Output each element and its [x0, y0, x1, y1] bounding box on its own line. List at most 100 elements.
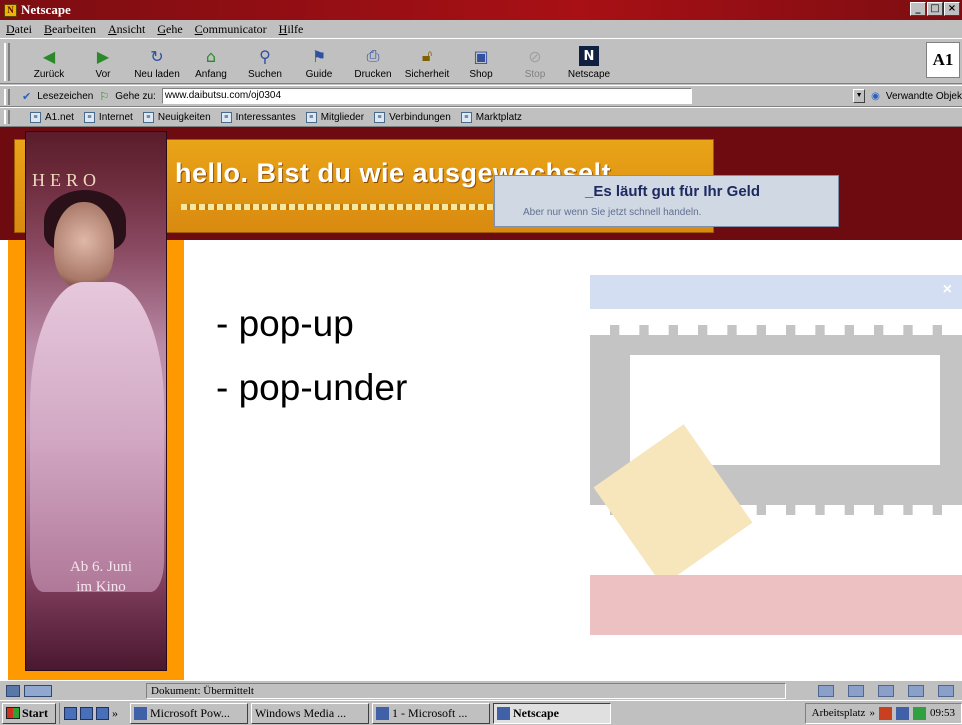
poster-date-line-2: im Kino: [76, 579, 126, 595]
link-label: Verbindungen: [389, 111, 451, 123]
status-icons: [0, 683, 140, 699]
page-icon: ≡: [220, 111, 232, 123]
search-button[interactable]: ⚲ Suchen: [238, 39, 292, 83]
maximize-button[interactable]: □: [927, 2, 943, 16]
link-label: Marktplatz: [475, 111, 522, 123]
close-button[interactable]: ×: [944, 2, 960, 16]
toolbar-grip[interactable]: [4, 43, 10, 81]
a1-brand-logo[interactable]: A1: [926, 42, 960, 78]
goto-icon: ⚐: [99, 90, 110, 103]
menu-gehe[interactable]: Gehe: [157, 22, 182, 37]
bookmarks-label[interactable]: Lesezeichen: [37, 91, 93, 102]
start-label: Start: [22, 705, 48, 720]
back-arrow-icon: ◀: [42, 46, 56, 66]
related-label[interactable]: Verwandte Objek: [886, 91, 962, 102]
guide-label: Guide: [305, 69, 333, 80]
task-label: Microsoft Pow...: [150, 705, 230, 720]
shop-button[interactable]: ▣ Shop: [454, 39, 508, 83]
poster-title: HERO: [32, 170, 101, 190]
poster-date-line-1: Ab 6. Juni: [69, 559, 133, 575]
edit-icon[interactable]: [938, 684, 954, 697]
tray-network-icon[interactable]: [912, 706, 926, 720]
status-bar: Dokument: Übermittelt: [0, 680, 962, 700]
back-button[interactable]: ◀ Zurück: [22, 39, 76, 83]
reload-button[interactable]: ↻ Neu laden: [130, 39, 184, 83]
url-input[interactable]: www.daibutsu.com/oj0304: [161, 88, 692, 104]
status-text: Dokument: Übermittelt: [146, 682, 786, 699]
security-button[interactable]: 🔓︎ Sicherheit: [400, 39, 454, 83]
ie-icon[interactable]: [80, 706, 93, 720]
page-content: hello. Bist du wie ausgewechselt. _Es lä…: [0, 127, 962, 680]
link-label: Neuigkeiten: [157, 111, 211, 123]
forward-button[interactable]: ▶ Vor: [76, 39, 130, 83]
composer-icon[interactable]: [878, 684, 894, 697]
home-icon: ⌂: [205, 46, 217, 66]
word-icon: [376, 706, 389, 720]
bookmarks-icon[interactable]: ✔: [22, 90, 31, 103]
home-label: Anfang: [195, 69, 227, 80]
security-lock-icon: 🔓︎: [421, 46, 433, 65]
locbar-grip[interactable]: [4, 89, 10, 105]
task-powerpoint[interactable]: Microsoft Pow...: [130, 702, 248, 724]
url-dropdown-button[interactable]: ▼: [853, 89, 866, 103]
netscape-button[interactable]: N Netscape: [562, 39, 616, 83]
start-button[interactable]: Start: [2, 702, 56, 724]
tray-volume-icon[interactable]: [895, 706, 909, 720]
reload-icon: ↻: [150, 46, 164, 66]
home-button[interactable]: ⌂ Anfang: [184, 39, 238, 83]
banner-progress-decoration: [181, 204, 521, 210]
hero-movie-poster[interactable]: HERO Ab 6. Juni im Kino: [25, 131, 167, 671]
related-icon: ◉: [871, 90, 880, 102]
faded-popup-titlebar: ×: [590, 275, 962, 309]
linkbar-grip[interactable]: [4, 110, 10, 124]
task-netscape[interactable]: Netscape: [493, 702, 611, 724]
print-icon: ⎙: [366, 46, 380, 65]
system-tray: Arbeitsplatz » 09:53: [804, 702, 962, 724]
personal-toolbar: ≡ A1.net ≡ Internet ≡ Neuigkeiten ≡ Interess…: [0, 107, 962, 127]
task-label: 1 - Microsoft ...: [392, 705, 468, 720]
link-interessantes[interactable]: ≡ Interessantes: [220, 111, 296, 123]
shop-icon: ▣: [473, 46, 489, 66]
stop-button[interactable]: ⊘ Stop: [508, 39, 562, 83]
link-label: Mitglieder: [320, 111, 365, 123]
windows-logo-icon: [6, 707, 20, 719]
powerpoint-icon: [134, 706, 147, 720]
popup-ad-banner[interactable]: _Es läuft gut für Ihr Geld Aber nur wenn…: [494, 175, 839, 227]
link-verbindungen[interactable]: ≡ Verbindungen: [374, 111, 451, 123]
tray-more-icon[interactable]: »: [869, 707, 875, 719]
navigator-icon[interactable]: [818, 684, 834, 697]
poster-release-date: Ab 6. Juni im Kino: [46, 557, 156, 597]
tray-app-icon[interactable]: [878, 706, 892, 720]
faded-close-icon: ×: [942, 281, 952, 298]
guide-button[interactable]: ⚑ Guide: [292, 39, 346, 83]
link-mitglieder[interactable]: ≡ Mitglieder: [305, 111, 365, 123]
menu-datei[interactable]: Datei: [6, 22, 32, 37]
faded-popup-window: ×: [590, 275, 962, 680]
location-bar: ✔ Lesezeichen ⚐ Gehe zu: www.daibutsu.co…: [0, 85, 962, 107]
menu-communicator[interactable]: Communicator: [195, 22, 267, 37]
task-media-player[interactable]: Windows Media ...: [251, 702, 369, 724]
desktop-icon[interactable]: [64, 706, 77, 720]
outlook-icon[interactable]: [96, 706, 109, 720]
menu-hilfe[interactable]: Hilfe: [279, 22, 304, 37]
connection-icon[interactable]: [6, 684, 20, 697]
component-bar: [786, 684, 962, 697]
menu-ansicht[interactable]: Ansicht: [108, 22, 145, 37]
slide-bullets: - pop-up - pop-under: [216, 292, 407, 420]
menu-bearbeiten[interactable]: Bearbeiten: [44, 22, 96, 37]
link-marktplatz[interactable]: ≡ Marktplatz: [460, 111, 522, 123]
link-neuigkeiten[interactable]: ≡ Neuigkeiten: [142, 111, 211, 123]
task-word[interactable]: 1 - Microsoft ...: [372, 702, 490, 724]
quick-launch-more-icon[interactable]: »: [112, 706, 118, 721]
link-internet[interactable]: ≡ Internet: [83, 111, 133, 123]
title-bar[interactable]: N Netscape _ □ ×: [0, 0, 962, 20]
link-a1net[interactable]: ≡ A1.net: [30, 111, 74, 123]
minimize-button[interactable]: _: [910, 2, 926, 16]
arbeitsplatz-label[interactable]: Arbeitsplatz: [812, 707, 866, 719]
mail-icon[interactable]: [848, 684, 864, 697]
quick-launch: »: [59, 702, 127, 724]
netscape-window: N Netscape _ □ × Datei Bearbeiten Ansich…: [0, 0, 962, 725]
print-button[interactable]: ⎙ Drucken: [346, 39, 400, 83]
page-icon: ≡: [142, 111, 154, 123]
news-icon[interactable]: [908, 684, 924, 697]
